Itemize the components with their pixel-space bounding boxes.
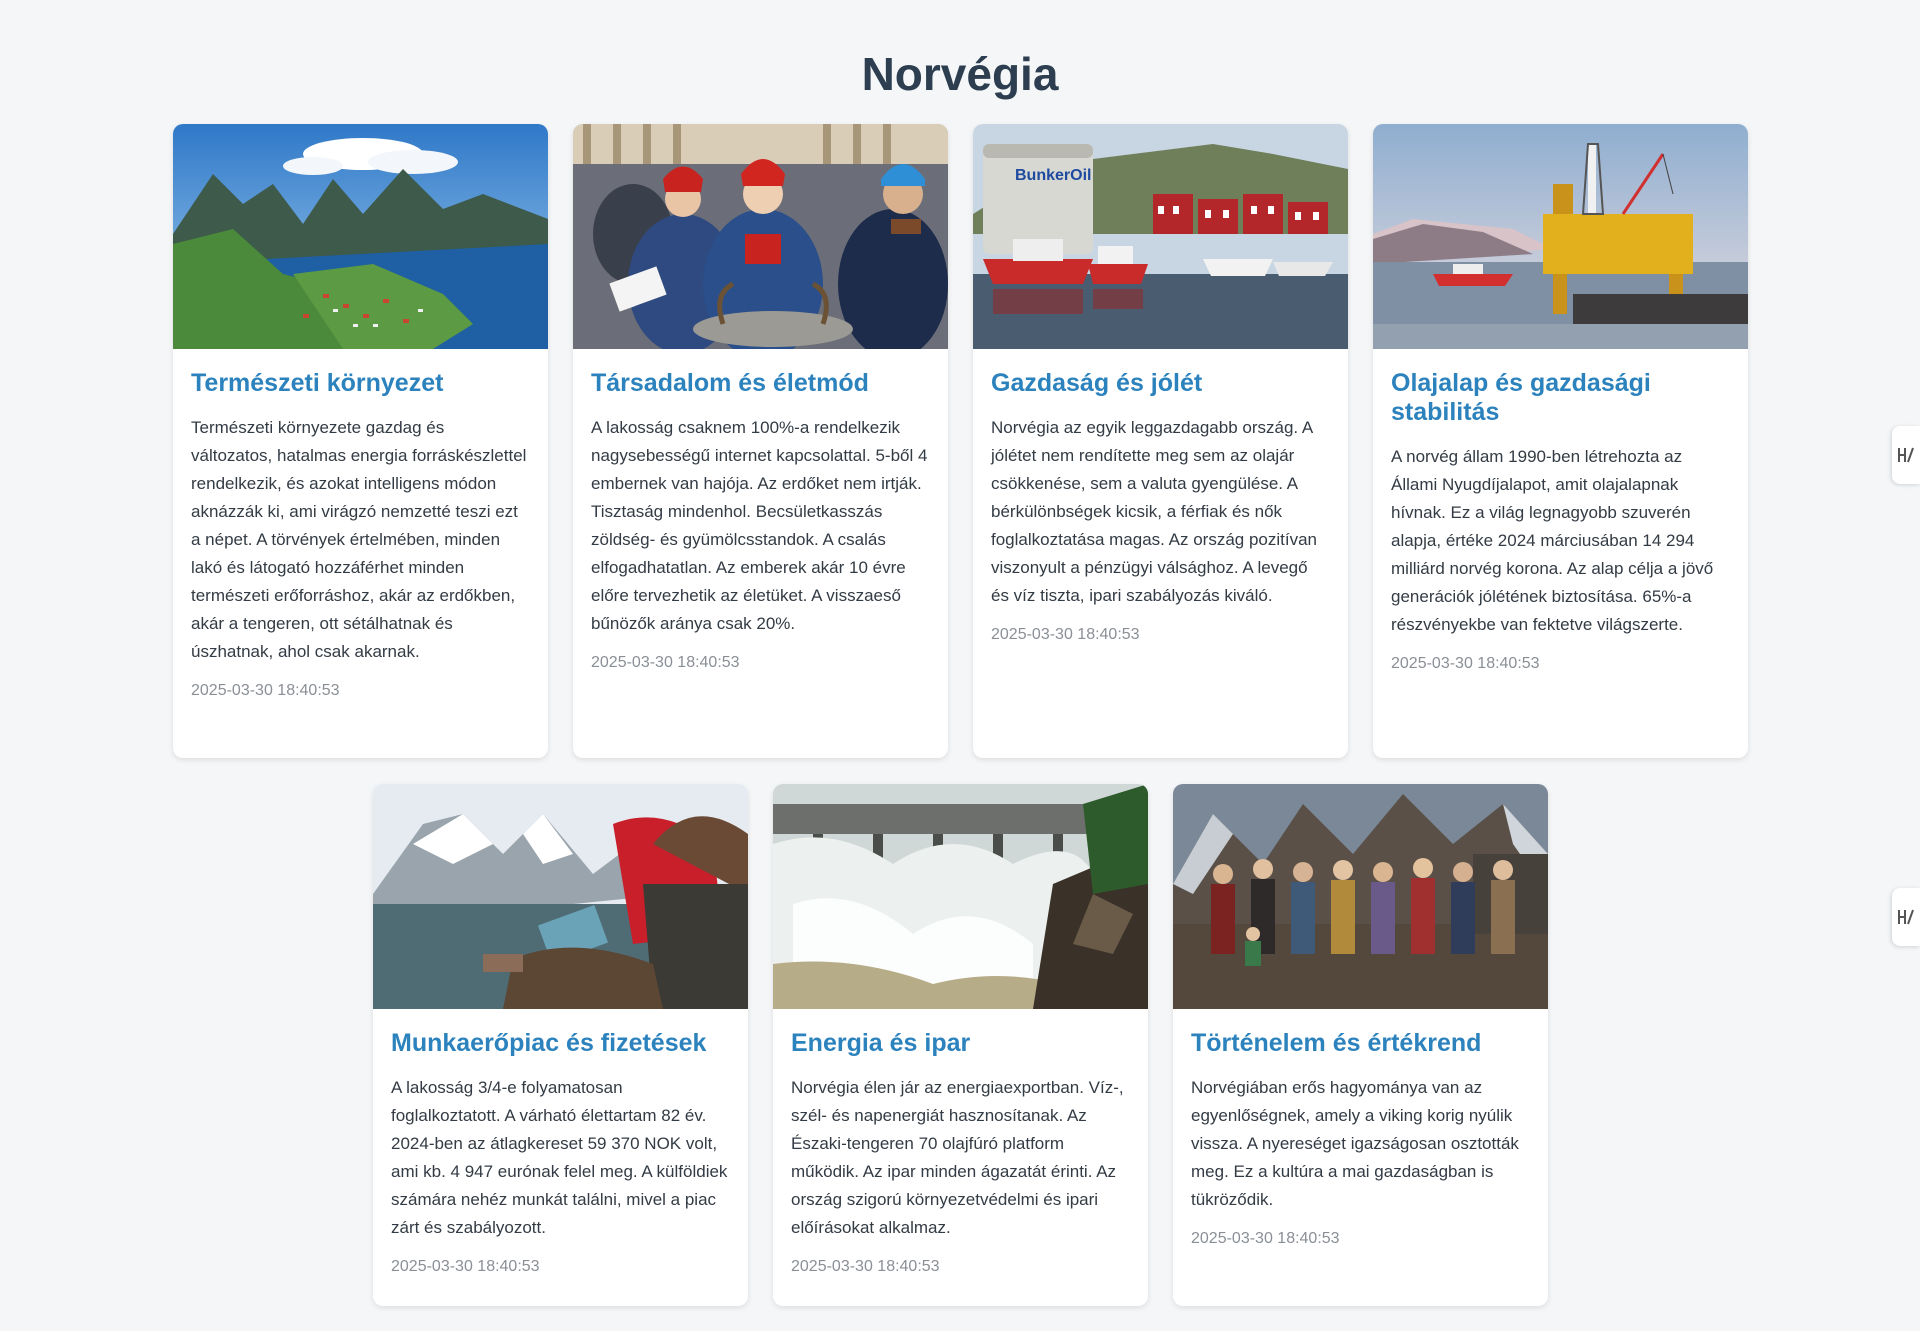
card-text: A norvég állam 1990-ben létrehozta az Ál… xyxy=(1391,447,1714,634)
card-title: Energia és ipar xyxy=(791,1029,971,1057)
card-text: Norvégia élen jár az energiaexportban. V… xyxy=(791,1078,1124,1237)
card-date: 2025-03-30 18:40:53 xyxy=(791,1258,940,1275)
card-text: Természeti környezete gazdag és változat… xyxy=(191,418,527,661)
card-text: A lakosság 3/4-e folyamatosan foglalkozt… xyxy=(391,1078,728,1237)
translate-side-tab[interactable] xyxy=(1892,888,1920,946)
card-termeszeti-kornyezet[interactable]: Természeti környezet Természeti környeze… xyxy=(173,124,548,758)
card-text: Norvégia az egyik leggazdagabb ország. A… xyxy=(991,418,1318,605)
card-date: 2025-03-30 18:40:53 xyxy=(1191,1230,1340,1247)
viking-group-image xyxy=(1173,784,1548,1009)
translate-icon xyxy=(1897,906,1915,928)
page-title: Norvégia xyxy=(861,48,1059,100)
card-title: Olajalap és gazdasági stabilitás xyxy=(1391,369,1651,426)
sami-people-crowd-image xyxy=(573,124,948,349)
card-date: 2025-03-30 18:40:53 xyxy=(191,682,340,699)
fjord-landscape-image xyxy=(173,124,548,349)
translate-side-tab[interactable] xyxy=(1892,426,1920,484)
card-date: 2025-03-30 18:40:53 xyxy=(591,654,740,671)
bunkeroil-sign: BunkerOil xyxy=(1015,167,1091,184)
laptop-mountains-image xyxy=(373,784,748,1009)
card-date: 2025-03-30 18:40:53 xyxy=(991,626,1140,643)
card-gazdasag-es-jolet[interactable]: BunkerOil Gazdaság és jólét Norvégia az … xyxy=(973,124,1348,758)
card-title: Társadalom és életmód xyxy=(591,369,869,397)
card-energia-es-ipar[interactable]: Energia és ipar Norvégia élen jár az ene… xyxy=(773,784,1148,1306)
card-title: Munkaerőpiac és fizetések xyxy=(391,1029,707,1057)
hydro-dam-image xyxy=(773,784,1148,1009)
card-tarsadalom-es-eletmod[interactable]: Társadalom és életmód A lakosság csaknem… xyxy=(573,124,948,758)
card-title: Természeti környezet xyxy=(191,369,444,397)
card-title: Gazdaság és jólét xyxy=(991,369,1203,397)
card-munkaeropiac-es-fizetesek[interactable]: Munkaerőpiac és fizetések A lakosság 3/4… xyxy=(373,784,748,1306)
card-title: Történelem és értékrend xyxy=(1191,1029,1482,1057)
harbor-boats-image: BunkerOil xyxy=(973,124,1348,349)
card-text: A lakosság csaknem 100%-a rendelkezik na… xyxy=(591,418,928,633)
card-olajalap-es-gazdasagi-stabilitas[interactable]: Olajalap és gazdasági stabilitás A norvé… xyxy=(1373,124,1748,758)
card-date: 2025-03-30 18:40:53 xyxy=(391,1258,540,1275)
card-text: Norvégiában erős hagyománya van az egyen… xyxy=(1191,1078,1519,1209)
card-tortenelem-es-ertekrend[interactable]: Történelem és értékrend Norvégiában erős… xyxy=(1173,784,1548,1306)
translate-icon xyxy=(1897,444,1915,466)
oil-platform-image xyxy=(1373,124,1748,349)
card-date: 2025-03-30 18:40:53 xyxy=(1391,655,1540,672)
